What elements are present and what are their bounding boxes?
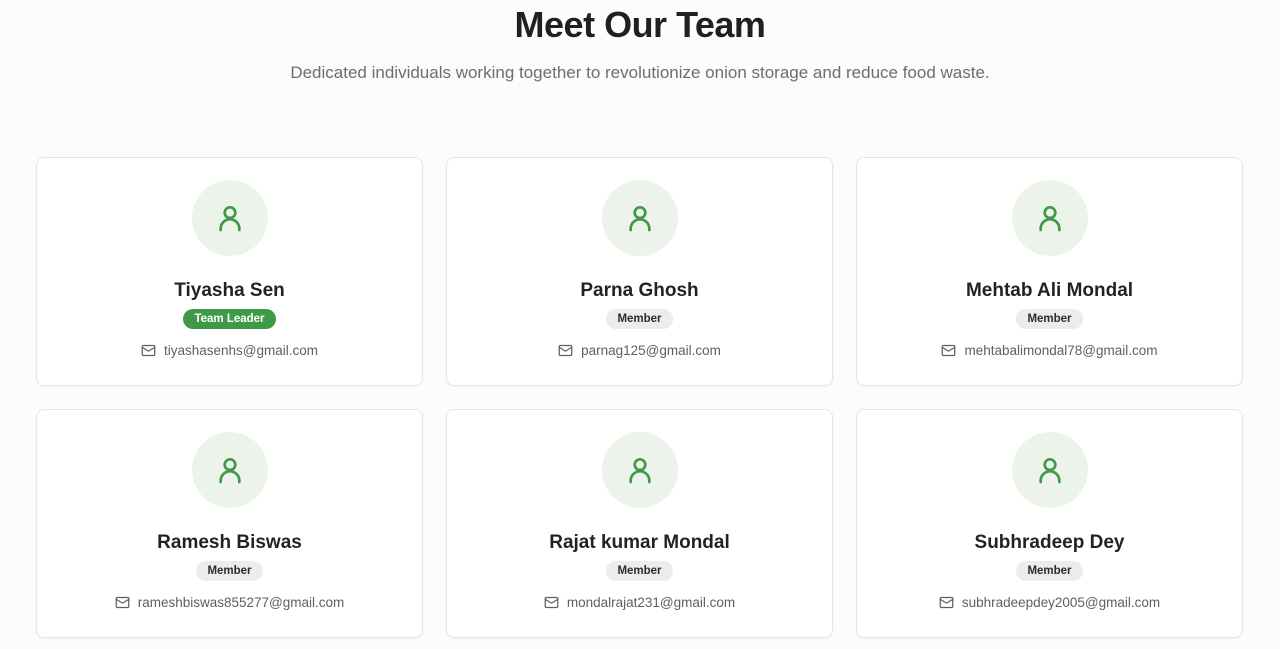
email-row: rameshbiswas855277@gmail.com (115, 595, 345, 610)
email-row: tiyashasenhs@gmail.com (141, 343, 318, 358)
avatar (191, 432, 268, 508)
team-card: Ramesh Biswas Member rameshbiswas855277@… (36, 409, 423, 638)
team-card: Subhradeep Dey Member subhradeepdey2005@… (856, 409, 1243, 638)
team-card: Parna Ghosh Member parnag125@gmail.com (446, 157, 833, 386)
team-section: Meet Our Team Dedicated individuals work… (0, 0, 1280, 649)
avatar (601, 180, 678, 256)
mail-icon (115, 596, 130, 609)
role-badge: Member (1016, 561, 1083, 581)
user-icon (218, 206, 241, 232)
team-card: Mehtab Ali Mondal Member mehtabalimondal… (856, 157, 1243, 386)
avatar (191, 180, 268, 256)
member-name: Mehtab Ali Mondal (965, 280, 1134, 301)
user-icon (1038, 206, 1061, 232)
member-name: Rajat kumar Mondal (549, 532, 730, 553)
member-name: Ramesh Biswas (157, 532, 302, 553)
mail-icon (544, 596, 559, 609)
email-row: mehtabalimondal78@gmail.com (941, 343, 1158, 358)
user-icon (218, 458, 241, 484)
page-title: Meet Our Team (514, 4, 766, 45)
role-badge: Member (1016, 309, 1083, 329)
avatar (1011, 180, 1088, 256)
member-email[interactable]: rameshbiswas855277@gmail.com (138, 595, 345, 610)
email-row: parnag125@gmail.com (558, 343, 721, 358)
mail-icon (558, 344, 573, 357)
team-card: Rajat kumar Mondal Member mondalrajat231… (446, 409, 833, 638)
user-icon (1038, 458, 1061, 484)
avatar (601, 432, 678, 508)
role-badge: Member (196, 561, 263, 581)
member-name: Tiyasha Sen (174, 280, 285, 301)
member-name: Subhradeep Dey (974, 532, 1125, 553)
team-grid: Tiyasha Sen Team Leader tiyashasenhs@gma… (36, 157, 1243, 638)
member-email[interactable]: mehtabalimondal78@gmail.com (964, 343, 1157, 358)
mail-icon (141, 344, 156, 357)
member-email[interactable]: subhradeepdey2005@gmail.com (962, 595, 1160, 610)
user-icon (628, 458, 651, 484)
member-email[interactable]: mondalrajat231@gmail.com (567, 595, 735, 610)
mail-icon (942, 344, 956, 357)
member-email[interactable]: parnag125@gmail.com (581, 343, 721, 358)
user-icon (628, 206, 651, 232)
avatar (1011, 432, 1088, 508)
member-email[interactable]: tiyashasenhs@gmail.com (164, 343, 318, 358)
email-row: subhradeepdey2005@gmail.com (939, 595, 1160, 610)
page-subtitle: Dedicated individuals working together t… (290, 63, 990, 82)
mail-icon (939, 596, 954, 609)
member-name: Parna Ghosh (580, 280, 699, 301)
role-badge: Team Leader (183, 309, 276, 329)
role-badge: Member (606, 561, 673, 581)
role-badge: Member (606, 309, 673, 329)
email-row: mondalrajat231@gmail.com (544, 595, 735, 610)
team-card: Tiyasha Sen Team Leader tiyashasenhs@gma… (36, 157, 423, 386)
